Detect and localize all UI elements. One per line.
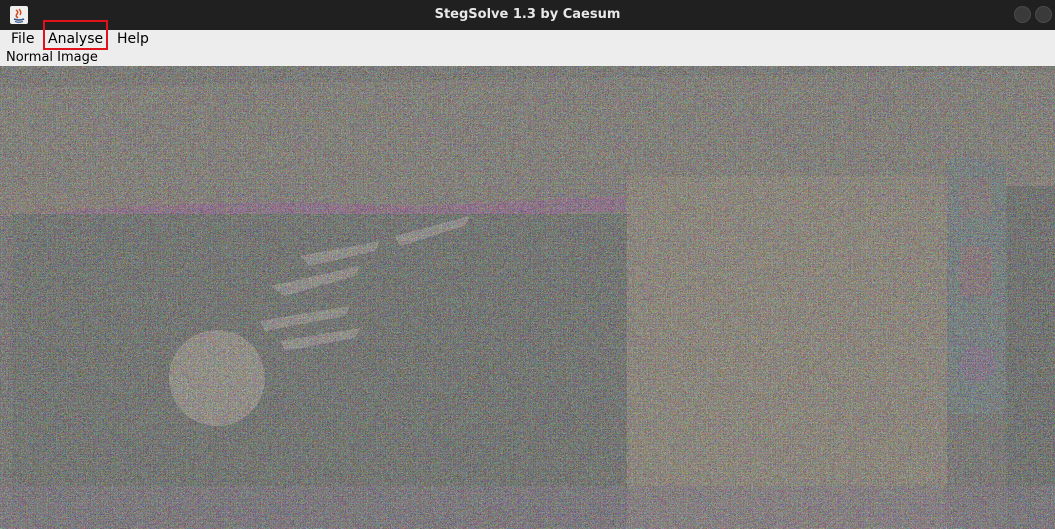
window-title: StegSolve 1.3 by Caesum [434,7,621,22]
menu-bar: File Analyse Help [0,30,1055,50]
noisy-stego-image [0,66,1055,529]
color-noise-overlay [0,66,1055,529]
title-bar: StegSolve 1.3 by Caesum [0,0,1055,30]
image-panel[interactable] [0,66,1055,529]
menu-file[interactable]: File [7,30,38,50]
close-button[interactable] [1035,6,1052,23]
menu-analyse[interactable]: Analyse [44,30,107,50]
stegsolve-window: StegSolve 1.3 by Caesum File Analyse Hel… [0,0,1055,529]
view-mode-row: Normal Image [0,50,1055,66]
menu-help[interactable]: Help [113,30,153,50]
view-mode-label: Normal Image [6,50,98,65]
minimize-button[interactable] [1014,6,1031,23]
